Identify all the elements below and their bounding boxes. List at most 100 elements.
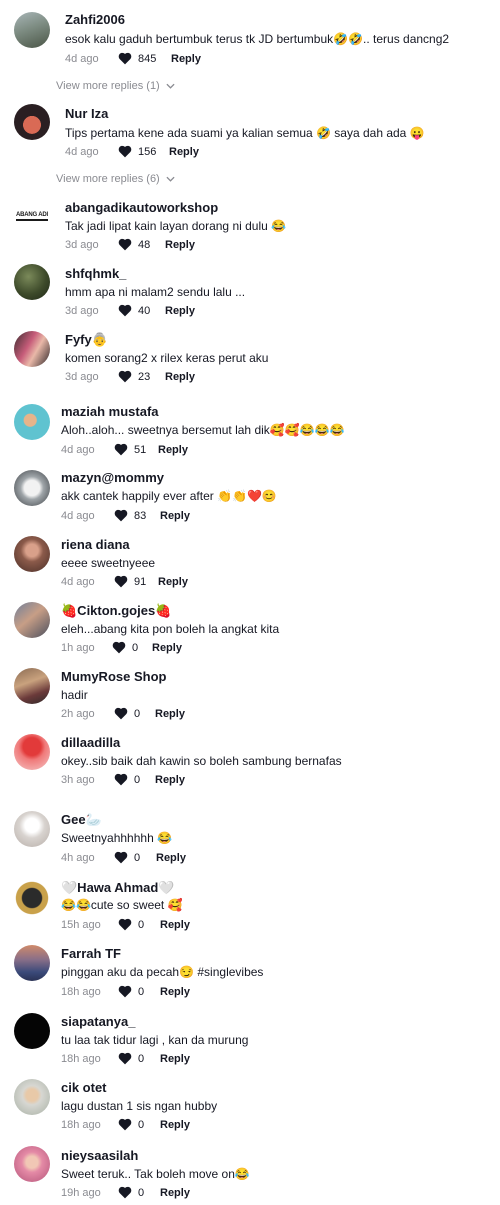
reply-button[interactable]: Reply <box>160 1187 190 1199</box>
avatar[interactable] <box>14 880 50 916</box>
avatar[interactable] <box>14 811 50 847</box>
reply-button[interactable]: Reply <box>165 371 195 383</box>
heart-icon <box>112 641 126 654</box>
avatar[interactable] <box>14 734 50 770</box>
comment-username[interactable]: mazyn@mommy <box>61 470 164 485</box>
comment-username[interactable]: shfqhmk_ <box>65 266 126 281</box>
comment-username[interactable]: riena diana <box>61 537 130 552</box>
avatar[interactable] <box>14 331 50 367</box>
comment-item: Gee🦢 Sweetnyahhhhhh 😂 4h ago 0 Reply <box>0 800 500 868</box>
avatar[interactable] <box>14 945 50 981</box>
like-button[interactable]: 0 <box>118 1118 144 1131</box>
avatar[interactable] <box>14 602 50 638</box>
avatar[interactable] <box>14 1013 50 1049</box>
like-button[interactable]: 0 <box>118 918 144 931</box>
comment-time: 4d ago <box>65 53 99 65</box>
like-button[interactable]: 0 <box>112 641 138 654</box>
reply-button[interactable]: Reply <box>165 239 195 251</box>
comment-text: Aloh..aloh... sweetnya bersemut lah dik🥰… <box>61 423 345 437</box>
heart-icon <box>118 304 132 317</box>
comment-username[interactable]: MumyRose Shop <box>61 669 166 684</box>
reply-button[interactable]: Reply <box>160 919 190 931</box>
like-button[interactable]: 48 <box>118 238 150 251</box>
comment-username[interactable]: Fyfy👵 <box>65 332 108 348</box>
comment-username[interactable]: 🍓Cikton.gojes🍓 <box>61 603 171 619</box>
avatar[interactable] <box>14 404 50 440</box>
reply-button[interactable]: Reply <box>156 852 186 864</box>
heart-icon <box>118 1118 132 1131</box>
like-button[interactable]: 0 <box>114 851 140 864</box>
heart-icon <box>118 52 132 65</box>
avatar[interactable] <box>14 1079 50 1115</box>
comment-username[interactable]: Zahfi2006 <box>65 12 125 27</box>
heart-icon <box>118 1052 132 1065</box>
like-button[interactable]: 0 <box>114 773 140 786</box>
comment-username[interactable]: abangadikautoworkshop <box>65 200 218 215</box>
view-more-replies[interactable]: View more replies (1) <box>56 80 175 92</box>
like-count: 23 <box>138 370 151 383</box>
avatar[interactable] <box>14 104 50 140</box>
like-button[interactable]: 0 <box>118 985 144 998</box>
avatar[interactable] <box>14 536 50 572</box>
comment-text: Sweet teruk.. Tak boleh move on😂 <box>61 1167 250 1181</box>
avatar[interactable] <box>14 264 50 300</box>
comment-text: pinggan aku da pecah😏 #singlevibes <box>61 965 264 979</box>
reply-button[interactable]: Reply <box>158 576 188 588</box>
like-count: 845 <box>138 52 157 65</box>
like-count: 83 <box>134 509 147 522</box>
reply-button[interactable]: Reply <box>169 146 199 158</box>
reply-button[interactable]: Reply <box>155 774 185 786</box>
reply-button[interactable]: Reply <box>160 510 190 522</box>
like-button[interactable]: 40 <box>118 304 150 317</box>
like-button[interactable]: 91 <box>114 575 146 588</box>
comment-text: 😂😂cute so sweet 🥰 <box>61 898 183 912</box>
like-count: 91 <box>134 575 147 588</box>
comment-time: 18h ago <box>61 1119 101 1131</box>
comment-username[interactable]: 🤍Hawa Ahmad🤍 <box>61 880 175 896</box>
comment-text: lagu dustan 1 sis ngan hubby <box>61 1099 218 1113</box>
comment-username[interactable]: maziah mustafa <box>61 404 159 419</box>
comment-username[interactable]: Gee🦢 <box>61 812 102 828</box>
like-button[interactable]: 83 <box>114 509 146 522</box>
reply-button[interactable]: Reply <box>160 1053 190 1065</box>
comment-username[interactable]: nieysaasilah <box>61 1148 138 1163</box>
like-button[interactable]: 845 <box>118 52 156 65</box>
comment-text: komen sorang2 x rilex keras perut aku <box>65 351 269 365</box>
comment-item: ABANG ADI abangadikautoworkshop Tak jadi… <box>0 188 500 254</box>
avatar[interactable] <box>14 1146 50 1182</box>
avatar[interactable] <box>14 470 50 506</box>
comment-text: hadir <box>61 688 88 702</box>
like-count: 40 <box>138 304 151 317</box>
reply-button[interactable]: Reply <box>152 642 182 654</box>
like-button[interactable]: 0 <box>118 1186 144 1199</box>
reply-button[interactable]: Reply <box>155 708 185 720</box>
comment-item: cik otet lagu dustan 1 sis ngan hubby 18… <box>0 1068 500 1136</box>
reply-button[interactable]: Reply <box>165 305 195 317</box>
avatar[interactable]: ABANG ADI <box>14 198 50 234</box>
comment-username[interactable]: siapatanya_ <box>61 1014 135 1029</box>
comment-item: Nur Iza Tips pertama kene ada suami ya k… <box>0 92 500 188</box>
like-button[interactable]: 156 <box>118 145 156 158</box>
like-count: 0 <box>138 918 145 931</box>
like-button[interactable]: 0 <box>114 707 140 720</box>
reply-button[interactable]: Reply <box>160 986 190 998</box>
avatar[interactable] <box>14 12 50 48</box>
like-count: 0 <box>134 851 141 864</box>
reply-button[interactable]: Reply <box>160 1119 190 1131</box>
comment-username[interactable]: cik otet <box>61 1080 107 1095</box>
heart-icon <box>118 370 132 383</box>
view-more-replies[interactable]: View more replies (6) <box>56 173 175 185</box>
avatar[interactable] <box>14 668 50 704</box>
comment-time: 3h ago <box>61 774 95 786</box>
comment-username[interactable]: Nur Iza <box>65 106 108 121</box>
reply-button[interactable]: Reply <box>171 53 201 65</box>
like-button[interactable]: 51 <box>114 443 146 456</box>
reply-button[interactable]: Reply <box>158 444 188 456</box>
like-count: 0 <box>138 1118 145 1131</box>
comment-username[interactable]: Farrah TF <box>61 946 121 961</box>
comment-username[interactable]: dillaadilla <box>61 735 120 750</box>
comment-text: hmm apa ni malam2 sendu lalu ... <box>65 285 246 299</box>
like-count: 0 <box>132 641 139 654</box>
like-button[interactable]: 0 <box>118 1052 144 1065</box>
like-button[interactable]: 23 <box>118 370 150 383</box>
